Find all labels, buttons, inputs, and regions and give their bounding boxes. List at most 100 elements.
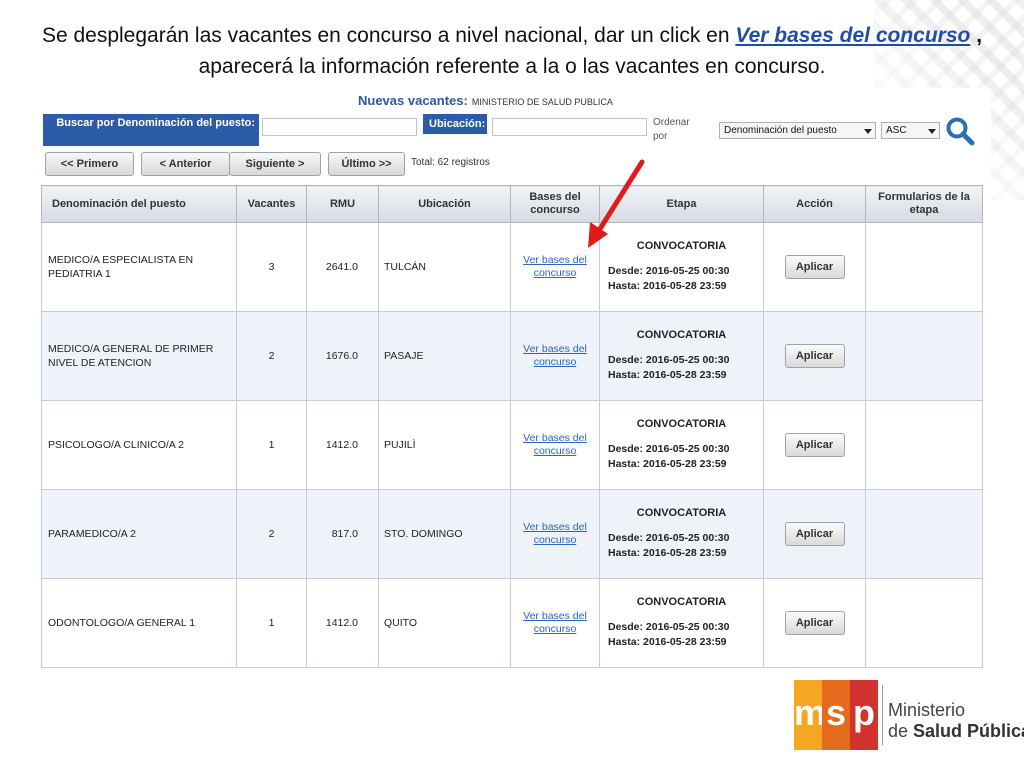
apply-button[interactable]: Aplicar <box>784 522 845 546</box>
position-name: MEDICO/A GENERAL DE PRIMER NIVEL DE ATEN… <box>41 311 237 401</box>
logo-text: Ministerio de Salud Pública <box>888 700 1024 742</box>
stage-cell: CONVOCATORIA Desde: 2016-05-25 00:30 Has… <box>599 311 764 401</box>
action-cell: Aplicar <box>763 222 866 312</box>
search-denomination-input[interactable] <box>262 118 417 136</box>
next-page-button[interactable]: Siguiente > <box>229 152 321 176</box>
apply-button[interactable]: Aplicar <box>784 611 845 635</box>
position-name: MEDICO/A ESPECIALISTA EN PEDIATRIA 1 <box>41 222 237 312</box>
stage-name: CONVOCATORIA <box>636 329 727 341</box>
location-value: STO. DOMINGO <box>378 489 511 579</box>
ver-bases-link-text[interactable]: Ver bases del concurso <box>735 24 970 47</box>
location-input[interactable] <box>492 118 647 136</box>
bases-cell: Ver bases del concurso <box>510 578 600 668</box>
column-header: Vacantes <box>236 185 307 223</box>
forms-cell <box>865 222 983 312</box>
forms-cell <box>865 311 983 401</box>
forms-cell <box>865 400 983 490</box>
order-by-label: Ordenar por <box>653 117 690 142</box>
last-page-button[interactable]: Último >> <box>328 152 405 176</box>
action-cell: Aplicar <box>763 311 866 401</box>
order-field-value: Denominación del puesto <box>724 125 837 136</box>
rmu-value: 2641.0 <box>306 222 379 312</box>
vacancies-table: Denominación del puesto Vacantes RMU Ubi… <box>41 185 983 668</box>
chevron-down-icon <box>864 129 872 134</box>
ver-bases-link[interactable]: Ver bases del concurso <box>511 254 599 280</box>
column-header: Acción <box>763 185 866 223</box>
stage-name: CONVOCATORIA <box>636 507 727 519</box>
position-name: PARAMEDICO/A 2 <box>41 489 237 579</box>
first-page-button[interactable]: << Primero <box>45 152 134 176</box>
table-row: PARAMEDICO/A 2 2 817.0 STO. DOMINGO Ver … <box>41 489 983 579</box>
column-header: Formularios de la etapa <box>865 185 983 223</box>
location-label: Ubicación: <box>423 114 487 134</box>
previous-page-button[interactable]: < Anterior <box>141 152 230 176</box>
apply-button[interactable]: Aplicar <box>784 344 845 368</box>
stage-cell: CONVOCATORIA Desde: 2016-05-25 00:30 Has… <box>599 578 764 668</box>
instruction-after: aparecerá la información referente a la … <box>198 55 826 78</box>
stage-start: Desde: 2016-05-25 00:30 <box>608 354 730 366</box>
ver-bases-link[interactable]: Ver bases del concurso <box>511 343 599 369</box>
vacancy-count: 2 <box>236 311 307 401</box>
bases-cell: Ver bases del concurso <box>510 311 600 401</box>
table-row: ODONTOLOGO/A GENERAL 1 1 1412.0 QUITO Ve… <box>41 578 983 668</box>
order-direction-select[interactable]: ASC <box>881 122 940 139</box>
location-value: QUITO <box>378 578 511 668</box>
total-records: Total: 62 registros <box>411 157 490 168</box>
stage-cell: CONVOCATORIA Desde: 2016-05-25 00:30 Has… <box>599 400 764 490</box>
table-row: MEDICO/A ESPECIALISTA EN PEDIATRIA 1 3 2… <box>41 222 983 312</box>
stage-end: Hasta: 2016-05-28 23:59 <box>608 369 727 381</box>
logo-line2-bold: Salud Pública <box>913 721 1024 741</box>
bases-cell: Ver bases del concurso <box>510 489 600 579</box>
apply-button[interactable]: Aplicar <box>784 255 845 279</box>
location-value: TULCÁN <box>378 222 511 312</box>
instruction-text: Se desplegarán las vacantes en concurso … <box>40 20 984 82</box>
vacancies-screenshot: Nuevas vacantes: MINISTERIO DE SALUD PUBL… <box>33 88 991 673</box>
ver-bases-link[interactable]: Ver bases del concurso <box>511 521 599 547</box>
red-arrow-icon <box>588 159 645 248</box>
column-header: Ubicación <box>378 185 511 223</box>
bases-cell: Ver bases del concurso <box>510 400 600 490</box>
vacancy-count: 1 <box>236 400 307 490</box>
stage-start: Desde: 2016-05-25 00:30 <box>608 265 730 277</box>
logo-line2-prefix: de <box>888 721 914 741</box>
ver-bases-link[interactable]: Ver bases del concurso <box>511 432 599 458</box>
stage-end: Hasta: 2016-05-28 23:59 <box>608 458 727 470</box>
table-header-row: Denominación del puesto Vacantes RMU Ubi… <box>41 185 983 223</box>
search-icon[interactable] <box>945 116 975 146</box>
search-denomination-label: Buscar por Denominación del puesto: <box>43 114 259 146</box>
action-cell: Aplicar <box>763 578 866 668</box>
order-direction-value: ASC <box>886 125 907 136</box>
logo-line1: Ministerio <box>888 700 966 720</box>
instruction-comma: , <box>970 24 983 47</box>
column-header: RMU <box>306 185 379 223</box>
action-cell: Aplicar <box>763 489 866 579</box>
stage-start: Desde: 2016-05-25 00:30 <box>608 443 730 455</box>
stage-end: Hasta: 2016-05-28 23:59 <box>608 547 727 559</box>
rmu-value: 817.0 <box>306 489 379 579</box>
rmu-value: 1412.0 <box>306 578 379 668</box>
order-field-select[interactable]: Denominación del puesto <box>719 122 876 139</box>
apply-button[interactable]: Aplicar <box>784 433 845 457</box>
stage-end: Hasta: 2016-05-28 23:59 <box>608 280 727 292</box>
position-name: ODONTOLOGO/A GENERAL 1 <box>41 578 237 668</box>
logo-letter: p <box>850 680 878 750</box>
logo-divider <box>882 685 883 745</box>
title-label: Nuevas vacantes: <box>358 93 468 108</box>
ver-bases-link[interactable]: Ver bases del concurso <box>511 610 599 636</box>
stage-start: Desde: 2016-05-25 00:30 <box>608 621 730 633</box>
position-name: PSICOLOGO/A CLINICO/A 2 <box>41 400 237 490</box>
location-value: PASAJE <box>378 311 511 401</box>
ministry-name: MINISTERIO DE SALUD PUBLICA <box>471 97 613 107</box>
logo-letter: s <box>822 680 850 750</box>
rmu-value: 1412.0 <box>306 400 379 490</box>
stage-cell: CONVOCATORIA Desde: 2016-05-25 00:30 Has… <box>599 489 764 579</box>
logo-letter: m <box>794 680 826 750</box>
forms-cell <box>865 489 983 579</box>
stage-name: CONVOCATORIA <box>636 596 727 608</box>
vacancy-count: 3 <box>236 222 307 312</box>
ministry-logo: m s p Ministerio de Salud Pública <box>794 680 1024 750</box>
stage-start: Desde: 2016-05-25 00:30 <box>608 532 730 544</box>
action-cell: Aplicar <box>763 400 866 490</box>
instruction-before: Se desplegarán las vacantes en concurso … <box>41 24 736 47</box>
vacancy-count: 2 <box>236 489 307 579</box>
